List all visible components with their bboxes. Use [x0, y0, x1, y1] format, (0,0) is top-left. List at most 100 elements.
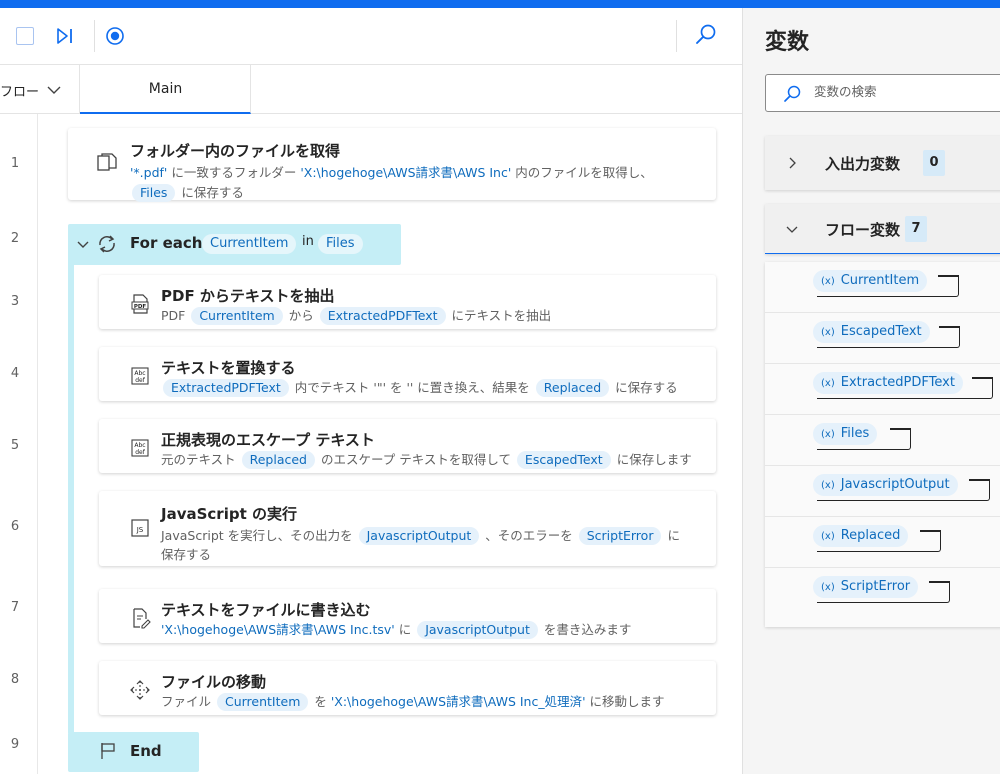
action-title: For each	[130, 234, 203, 252]
variable-chip[interactable]: (x) Replaced	[813, 525, 909, 547]
variable-name: ExtractedPDFText	[840, 375, 955, 390]
variable-icon: (x)	[821, 582, 835, 593]
variable-icon: (x)	[821, 378, 835, 389]
variable-chip[interactable]: JavascriptOutput	[358, 527, 480, 545]
desc-text: を	[310, 694, 331, 709]
variable-chip[interactable]: CurrentItem	[216, 693, 309, 711]
list-item[interactable]: (x) JavascriptOutput	[765, 466, 1000, 517]
variable-name: EscapedText	[840, 324, 922, 339]
section-label: 入出力変数	[825, 155, 901, 173]
count-badge: 0	[923, 150, 945, 176]
chevron-right-icon[interactable]	[785, 156, 799, 170]
flow-variables-section[interactable]: フロー変数 7	[765, 204, 1000, 254]
action-title: テキストをファイルに書き込む	[161, 601, 371, 619]
action-description: ファイル CurrentItem を 'X:\hogehoge\AWS請求書\A…	[161, 691, 665, 712]
variable-chip[interactable]: EscapedText	[516, 451, 611, 469]
section-label: フロー変数	[825, 221, 901, 239]
action-card-for-each[interactable]: For each CurrentItem in Files	[68, 224, 401, 265]
desc-text: に保存します	[612, 452, 692, 467]
variable-chip[interactable]: CurrentItem	[202, 234, 297, 254]
chevron-down-icon[interactable]	[785, 222, 799, 236]
variable-chip[interactable]: ScriptError	[578, 527, 662, 545]
tab-main[interactable]: Main	[80, 65, 251, 114]
variable-chip[interactable]: JavascriptOutput	[417, 621, 538, 639]
action-title: PDF からテキストを抽出	[161, 287, 335, 305]
search-icon[interactable]	[694, 23, 718, 47]
variable-chip[interactable]: ExtractedPDFText	[319, 307, 446, 325]
svg-text:Abc: Abc	[134, 442, 145, 449]
literal-value: 'X:\hogehoge\AWS請求書\AWS Inc.tsv'	[161, 622, 395, 637]
chevron-down-icon[interactable]	[76, 238, 90, 252]
action-card-run-javascript[interactable]: JS JavaScript の実行 JavaScript を実行し、その出力を …	[99, 491, 716, 566]
desc-text: に保存する	[611, 380, 678, 395]
variable-chip[interactable]: ExtractedPDFText	[163, 379, 289, 397]
desc-text: 、そのエラーを	[481, 528, 577, 543]
desc-text: に移動します	[585, 694, 665, 709]
literal-value: '*.pdf'	[130, 165, 168, 180]
variable-name: Replaced	[840, 528, 901, 543]
list-item[interactable]: (x) CurrentItem	[765, 262, 1000, 313]
count-badge: 7	[905, 216, 927, 242]
action-description: 元のテキスト Replaced のエスケープ テキストを取得して Escaped…	[161, 449, 692, 470]
variable-chip[interactable]: (x) ScriptError	[813, 576, 919, 598]
action-card-escape-regex-text[interactable]: Abc def 正規表現のエスケープ テキスト 元のテキスト Replaced …	[99, 419, 716, 473]
file-write-icon	[133, 608, 151, 629]
variable-search-box[interactable]	[765, 74, 1000, 112]
desc-text: のエスケープ テキストを取得して	[317, 452, 515, 467]
desc-text: に	[394, 622, 416, 637]
variable-chip[interactable]: Replaced	[241, 451, 315, 469]
list-item[interactable]: (x) Replaced	[765, 517, 1000, 568]
variable-name: CurrentItem	[840, 273, 920, 288]
line-number: 9	[10, 737, 20, 752]
action-description: 'X:\hogehoge\AWS請求書\AWS Inc.tsv' に Javas…	[161, 619, 631, 640]
line-number: 1	[10, 156, 20, 171]
action-description: 保存する	[161, 544, 211, 565]
record-icon[interactable]	[104, 25, 126, 47]
action-card-move-file[interactable]: ファイルの移動 ファイル CurrentItem を 'X:\hogehoge\…	[99, 661, 716, 715]
action-card-replace-text[interactable]: Abc def テキストを置換する ExtractedPDFText 内でテキス…	[99, 347, 716, 401]
tab-main-label: Main	[148, 81, 183, 97]
variable-chip[interactable]: (x) CurrentItem	[813, 270, 928, 292]
variable-search-input[interactable]	[814, 84, 1000, 99]
desc-text: 元のテキスト	[161, 452, 240, 467]
svg-text:def: def	[135, 377, 146, 384]
step-next-icon[interactable]	[55, 25, 75, 47]
subflows-dropdown[interactable]: フロー	[0, 65, 80, 114]
desc-text: 保存する	[161, 547, 212, 562]
toolbar-separator	[676, 20, 677, 52]
flag-icon	[101, 743, 115, 759]
desc-text: にテキストを抽出	[447, 308, 552, 323]
desc-text: に一致するフォルダー	[167, 165, 301, 180]
variable-chip[interactable]: (x) ExtractedPDFText	[813, 372, 963, 394]
desc-text: 内でテキスト '"' を '' に置き換え、結果を	[290, 380, 534, 395]
variable-chip[interactable]: Files	[318, 234, 363, 254]
line-number: 5	[10, 438, 20, 453]
variable-chip[interactable]: Replaced	[535, 379, 610, 397]
io-variables-section[interactable]: 入出力変数 0	[765, 136, 1000, 190]
list-item[interactable]: (x) Files	[765, 415, 1000, 466]
text-abc-icon: Abc def	[131, 439, 149, 457]
action-card-end[interactable]: End	[68, 732, 199, 772]
svg-text:Abc: Abc	[134, 370, 145, 377]
variable-chip[interactable]: (x) Files	[813, 423, 878, 445]
svg-text:JS: JS	[136, 526, 144, 534]
action-title: 正規表現のエスケープ テキスト	[161, 431, 375, 449]
variable-chip[interactable]: CurrentItem	[191, 307, 283, 325]
list-item[interactable]: (x) ScriptError	[765, 568, 1000, 619]
text-abc-icon: Abc def	[131, 367, 149, 385]
action-card-write-text-file[interactable]: テキストをファイルに書き込む 'X:\hogehoge\AWS請求書\AWS I…	[99, 589, 716, 643]
action-title: End	[130, 742, 162, 760]
variable-chip[interactable]: Files	[132, 184, 176, 202]
line-number-gutter: 1 2 3 4 5 6 7 8 9	[0, 114, 38, 774]
line-number: 6	[10, 519, 20, 534]
variable-chip[interactable]: (x) JavascriptOutput	[813, 474, 958, 496]
list-item[interactable]: (x) ExtractedPDFText	[765, 364, 1000, 415]
stop-icon[interactable]	[16, 27, 34, 45]
action-title: ファイルの移動	[161, 673, 267, 691]
variable-chip[interactable]: (x) EscapedText	[813, 321, 930, 343]
desc-text: を書き込みます	[539, 622, 632, 637]
list-item[interactable]: (x) EscapedText	[765, 313, 1000, 364]
action-card-extract-pdf-text[interactable]: PDF PDF からテキストを抽出 PDF CurrentItem から Ext…	[99, 275, 716, 329]
toolbar-separator	[94, 20, 95, 52]
action-card-get-files[interactable]: フォルダー内のファイルを取得 '*.pdf' に一致するフォルダー 'X:\ho…	[68, 128, 716, 202]
